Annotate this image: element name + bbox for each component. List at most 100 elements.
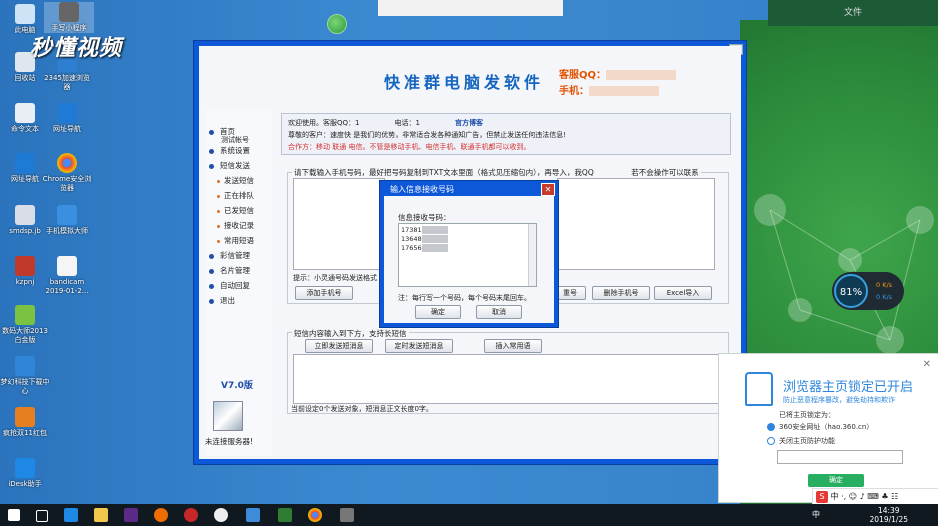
bullet-icon bbox=[217, 194, 220, 198]
ime-toolbar[interactable]: S 中 ·, ☺ ♪ ⌨ ♣ ☷ bbox=[812, 488, 938, 505]
desktop-icon-idesk[interactable]: iDesk助手 bbox=[0, 458, 50, 489]
homepage-lock-popup: ✕ 浏览器主页锁定已开启 防止恶意程序篡改，避免劫持和欺诈 已将主页锁定为： 3… bbox=[718, 353, 938, 503]
radio-icon bbox=[767, 423, 775, 431]
bullet-icon bbox=[217, 209, 220, 213]
nav-item-mms[interactable]: 彩信管理 bbox=[209, 250, 250, 261]
app-icon[interactable] bbox=[278, 508, 292, 522]
sms-app-icon[interactable] bbox=[340, 508, 354, 522]
firefox-icon[interactable] bbox=[154, 508, 168, 522]
desktop-icon-chrome[interactable]: Chrome安全浏览器 bbox=[42, 153, 92, 193]
receiver-numbers-input[interactable]: 17381 13648 17656 bbox=[398, 223, 537, 287]
desktop-icon-phone-sim[interactable]: 手机模拟大师 bbox=[42, 205, 92, 236]
nav-subitem-send[interactable]: 发送短信 bbox=[209, 175, 254, 186]
dialog-body: 信息接收号码： 17381 13648 17656 注：每行写一个号码，每个号码… bbox=[384, 196, 554, 323]
start-button[interactable] bbox=[8, 509, 20, 521]
dialog-close-button[interactable]: ✕ bbox=[541, 183, 555, 196]
network-speed-widget[interactable]: 81% 0 K/s 0 K/s bbox=[832, 272, 904, 310]
bullet-icon bbox=[217, 179, 220, 183]
download-icon bbox=[15, 356, 35, 376]
file-icon bbox=[57, 256, 77, 276]
nav-subitem-sent[interactable]: 已发短信 bbox=[209, 205, 254, 216]
dialog-note: 注：每行写一个号码，每个号码末尾回车。 bbox=[398, 294, 531, 302]
nav-subitem-queue[interactable]: 正在排队 bbox=[209, 190, 254, 201]
send-now-button[interactable]: 立即发送短消息 bbox=[305, 339, 373, 353]
video-watermark-logo: 秒懂视频 bbox=[30, 36, 123, 61]
nav-item-exit[interactable]: 退出 bbox=[209, 295, 235, 306]
app-icon[interactable] bbox=[246, 508, 260, 522]
popup-option-disable[interactable]: 关闭主页防护功能 bbox=[767, 436, 835, 446]
nav-item-autoreply[interactable]: 自动回复 bbox=[209, 280, 250, 291]
computer-icon bbox=[15, 4, 35, 24]
app-title: 快准群电脑发软件 bbox=[384, 73, 545, 92]
upload-speed: 0 K/s bbox=[876, 281, 893, 289]
nav-subitem-received[interactable]: 接收记录 bbox=[209, 220, 254, 231]
idesk-icon bbox=[15, 458, 35, 478]
download-speed: 0 K/s bbox=[876, 293, 893, 301]
nav-account: 测试帐号 bbox=[221, 136, 249, 144]
sms-status: 当前设定0个发送对象，短消息正文长度0字。 bbox=[291, 405, 433, 413]
bullet-icon bbox=[209, 283, 214, 289]
edge-icon[interactable] bbox=[64, 508, 78, 522]
dialog-cancel-button[interactable]: 取消 bbox=[476, 305, 522, 319]
popup-option-360[interactable]: 360安全网址（hao.360.cn） bbox=[767, 422, 873, 432]
bullet-icon bbox=[209, 268, 214, 274]
add-number-button[interactable]: 添加手机号 bbox=[295, 286, 353, 300]
program-icon bbox=[15, 205, 35, 225]
format-tip: 提示：小灵通号码发送格式 bbox=[293, 274, 377, 282]
cpu-percent: 81% bbox=[834, 274, 868, 308]
lock-icon bbox=[745, 372, 773, 406]
desktop-icon-digital[interactable]: 数码大师2013白金版 bbox=[0, 305, 50, 345]
desktop-icon-red-packet[interactable]: 疯抢双11红包 bbox=[0, 407, 50, 438]
nav-item-settings[interactable]: 系统设置 bbox=[209, 145, 250, 156]
excel-import-button[interactable]: Excel导入 bbox=[654, 286, 712, 300]
insert-phrase-button[interactable]: 插入常用语 bbox=[484, 339, 542, 353]
popup-close-icon[interactable]: ✕ bbox=[923, 359, 931, 370]
delete-number-button[interactable]: 删除手机号 bbox=[592, 286, 650, 300]
chrome-icon[interactable] bbox=[308, 508, 322, 522]
bullet-icon bbox=[209, 148, 214, 154]
dialog-ok-button[interactable]: 确定 bbox=[415, 305, 461, 319]
ime-lang-indicator[interactable]: 中 bbox=[812, 509, 820, 520]
file-explorer-icon[interactable] bbox=[94, 508, 108, 522]
red-packet-icon bbox=[15, 407, 35, 427]
numbers-list[interactable] bbox=[293, 178, 385, 270]
blog-link[interactable]: 官方博客 bbox=[455, 119, 483, 127]
premiere-icon[interactable] bbox=[124, 508, 138, 522]
app-icon[interactable] bbox=[214, 508, 228, 522]
sms-content-input[interactable] bbox=[293, 354, 723, 404]
globe-icon[interactable] bbox=[327, 14, 347, 34]
popup-confirm-button[interactable]: 确定 bbox=[808, 474, 864, 487]
text-file-icon bbox=[15, 103, 35, 123]
info-panel: 欢迎使用。客服QQ：1 电话：1 官方博客 尊敬的客户：速度快 是我们的优势，非… bbox=[281, 113, 731, 155]
popup-subtitle: 防止恶意程序篡改，避免劫持和欺诈 bbox=[783, 396, 895, 404]
desktop-icon-selected[interactable]: 手写小程序 bbox=[44, 2, 94, 33]
desktop-icon-download[interactable]: 梦幻科技下载中心 bbox=[0, 356, 50, 396]
phone-icon bbox=[57, 205, 77, 225]
ie-icon bbox=[15, 153, 35, 173]
archive-icon bbox=[15, 256, 35, 276]
nav-item-sms[interactable]: 短信发送 bbox=[209, 160, 250, 171]
chrome-icon bbox=[57, 153, 77, 173]
bullet-icon bbox=[217, 224, 220, 228]
desktop-icon-nav[interactable]: 网址导航 bbox=[42, 103, 92, 134]
numbers-list-right[interactable] bbox=[557, 178, 715, 270]
program-icon bbox=[59, 2, 79, 22]
nav-subitem-phrases[interactable]: 常用短语 bbox=[209, 235, 254, 246]
dialog-label: 信息接收号码： bbox=[398, 213, 451, 222]
record-icon[interactable] bbox=[184, 508, 198, 522]
nav-item-cards[interactable]: 名片管理 bbox=[209, 265, 250, 276]
program-icon bbox=[15, 305, 35, 325]
clock[interactable]: 14:39 2019/1/25 bbox=[870, 506, 908, 524]
send-timed-button[interactable]: 定时发送短消息 bbox=[385, 339, 453, 353]
task-view-icon[interactable] bbox=[36, 510, 48, 522]
numbers-group-legend: 请下载输入手机号码，最好把号码复制到TXT文本里面（格式见压缩包内），再导入，我… bbox=[292, 167, 701, 178]
desktop-icon-bandicam[interactable]: bandicam 2019-01-2... bbox=[42, 256, 92, 296]
popup-custom-url-input[interactable] bbox=[777, 450, 903, 464]
dialog-scrollbar[interactable] bbox=[528, 224, 536, 286]
bullet-icon bbox=[209, 129, 214, 135]
bullet-icon bbox=[209, 298, 214, 304]
ie-icon bbox=[57, 103, 77, 123]
bullet-icon bbox=[209, 163, 214, 169]
top-banner bbox=[378, 0, 563, 16]
dialog-title: 输入信息接收号码 bbox=[390, 185, 454, 194]
